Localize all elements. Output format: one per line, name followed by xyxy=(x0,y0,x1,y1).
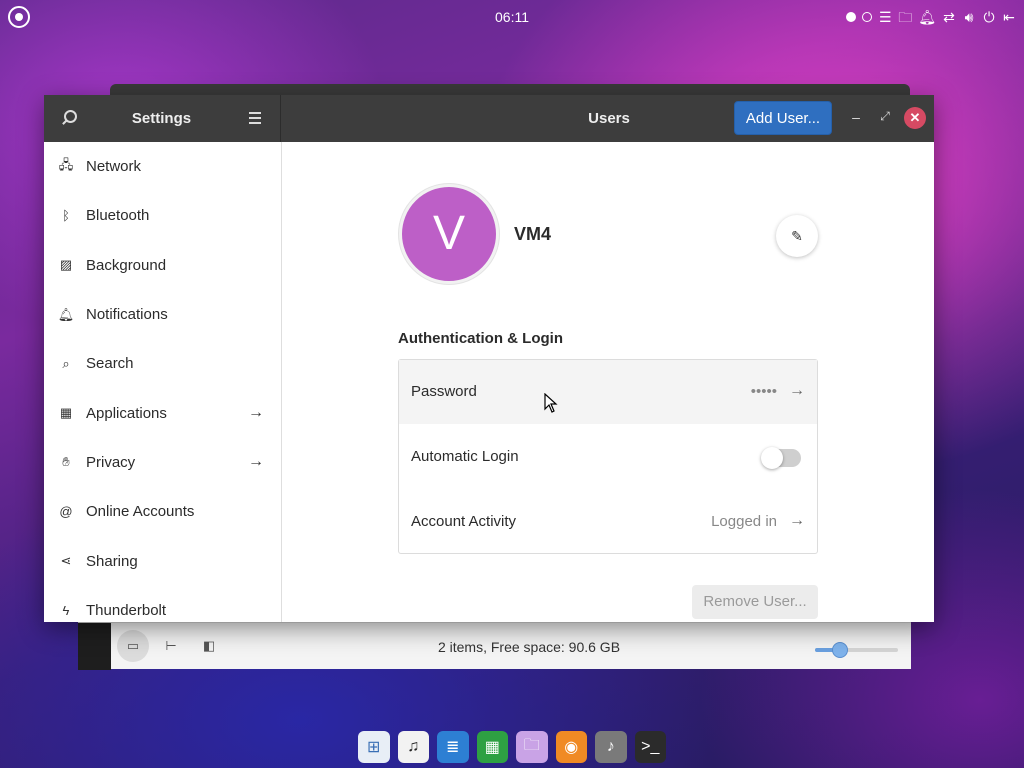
bluetooth-icon: ᛒ xyxy=(62,208,70,224)
zoom-slider-knob[interactable] xyxy=(832,642,848,658)
remove-user-button[interactable]: Remove User... xyxy=(692,585,818,619)
bell-icon[interactable]: 🔔︎ xyxy=(918,7,936,27)
arrow-right-icon: → xyxy=(248,404,264,422)
power-icon[interactable]: ⏻ xyxy=(982,7,996,27)
workspace-indicator-icon[interactable] xyxy=(862,12,873,22)
password-label: Password xyxy=(411,383,477,400)
sidebar-item-label: Network xyxy=(86,158,142,176)
automatic-login-label: Automatic Login xyxy=(411,448,519,465)
file-manager-statusbar: ▭ ⊢ ◧ 2 items, Free space: 90.6 GB xyxy=(78,622,911,670)
zoom-slider[interactable] xyxy=(815,642,898,658)
system-tray: ☰ 🗀 🔔︎ ⇄ 🔊︎ ⏻ ⇤ xyxy=(846,7,1016,27)
share-icon: ⋖ xyxy=(60,553,72,569)
settings-title: Settings xyxy=(131,110,192,127)
settings-sidebar: 🖧 Network ᛒ Bluetooth ▨ Background 🔔︎ No… xyxy=(44,142,282,622)
clock[interactable]: 06:11 xyxy=(482,9,542,25)
media-icon[interactable]: ♪ xyxy=(595,731,627,763)
network-icon[interactable]: ⇄ xyxy=(942,7,956,27)
sidebar-item-online-accounts[interactable]: @ Online Accounts xyxy=(44,487,281,536)
thunderbolt-icon: ϟ xyxy=(62,602,70,618)
mouse-cursor-icon xyxy=(544,393,558,413)
pencil-icon: ✎ xyxy=(791,227,803,244)
sidebar-item-label: Notifications xyxy=(86,306,168,324)
distro-logo-icon[interactable] xyxy=(8,6,30,28)
bell-icon: 🔔︎ xyxy=(57,306,75,322)
sidebar-item-sharing[interactable]: ⋖ Sharing xyxy=(44,536,281,585)
spreadsheet-icon[interactable]: ▦ xyxy=(476,731,508,763)
files-icon[interactable]: 🗀 xyxy=(516,731,548,763)
sidebar-item-applications[interactable]: ▦ Applications → xyxy=(44,388,281,437)
folder-view-icon[interactable]: ▭ xyxy=(117,630,149,662)
hamburger-menu-icon[interactable] xyxy=(249,112,261,124)
sidebar-item-label: Privacy xyxy=(86,453,136,471)
apps-grid-icon[interactable]: ⊞ xyxy=(358,731,390,763)
sidebar-item-privacy[interactable]: ✋︎ Privacy → xyxy=(44,438,281,487)
sidebar-item-search[interactable]: ⌕ Search xyxy=(44,339,281,388)
password-value: ••••• xyxy=(750,383,777,400)
titlebar: Settings Users Add User... – ⤢ ✕ xyxy=(44,95,934,142)
sidebar-toggle-icon[interactable]: ◧ xyxy=(193,630,225,662)
user-name: VM4 xyxy=(514,224,552,244)
terminal-icon[interactable]: >_ xyxy=(634,731,666,763)
avatar[interactable]: V xyxy=(399,184,499,284)
folder-icon[interactable]: 🗀 xyxy=(898,7,912,27)
search-icon: ⌕ xyxy=(62,355,70,371)
maximize-icon[interactable]: ⤢ xyxy=(877,109,893,127)
tree-view-icon[interactable]: ⊢ xyxy=(155,630,187,662)
arrow-right-icon: → xyxy=(789,512,805,529)
network-icon: 🖧 xyxy=(58,156,74,172)
minimize-icon[interactable]: – xyxy=(848,109,864,127)
menu-icon[interactable]: ☰ xyxy=(878,7,892,27)
image-icon: ▨ xyxy=(59,257,73,273)
account-activity-value: Logged in xyxy=(711,513,777,530)
sidebar-item-label: Sharing xyxy=(86,552,138,570)
volume-icon[interactable]: 🔊︎ xyxy=(962,7,976,27)
close-icon[interactable]: ✕ xyxy=(904,107,926,129)
workspace-indicator-active-icon[interactable] xyxy=(846,12,857,22)
file-manager-sidebar-edge xyxy=(78,622,111,670)
top-panel: 06:11 ☰ 🗀 🔔︎ ⇄ 🔊︎ ⏻ ⇤ xyxy=(0,0,1024,34)
free-space-status: 2 items, Free space: 90.6 GB xyxy=(437,639,621,655)
search-icon[interactable] xyxy=(60,109,78,127)
account-activity-label: Account Activity xyxy=(411,513,517,530)
music-icon[interactable]: ♫ xyxy=(397,731,429,763)
logout-icon[interactable]: ⇤ xyxy=(1002,7,1016,27)
settings-window: Settings Users Add User... – ⤢ ✕ 🖧 Netwo… xyxy=(44,95,934,622)
sidebar-item-bluetooth[interactable]: ᛒ Bluetooth xyxy=(44,191,281,240)
hand-icon: ✋︎ xyxy=(62,454,70,470)
account-activity-row[interactable]: Account Activity Logged in → xyxy=(399,490,817,554)
sidebar-item-label: Search xyxy=(86,355,134,373)
toggle-knob xyxy=(761,447,783,469)
page-title: Users xyxy=(588,110,630,127)
password-row[interactable]: Password ••••• → xyxy=(399,360,817,424)
sidebar-item-network[interactable]: 🖧 Network xyxy=(44,142,281,191)
sidebar-item-background[interactable]: ▨ Background xyxy=(44,241,281,290)
automatic-login-toggle[interactable] xyxy=(761,447,801,469)
auth-list: Password ••••• → Automatic Login Account… xyxy=(398,359,818,554)
text-editor-icon[interactable]: ≣ xyxy=(437,731,469,763)
sidebar-item-notifications[interactable]: 🔔︎ Notifications xyxy=(44,290,281,339)
firefox-icon[interactable]: ◉ xyxy=(555,731,587,763)
automatic-login-row: Automatic Login xyxy=(399,425,817,489)
section-title: Authentication & Login xyxy=(398,330,563,347)
grid-icon: ▦ xyxy=(59,405,73,421)
add-user-button[interactable]: Add User... xyxy=(734,101,832,135)
sidebar-header: Settings xyxy=(44,95,281,142)
users-panel: V VM4 ✎ Authentication & Login Password … xyxy=(282,142,934,622)
sidebar-item-label: Bluetooth xyxy=(86,207,150,225)
sidebar-item-thunderbolt[interactable]: ϟ Thunderbolt xyxy=(44,586,281,622)
at-icon: @ xyxy=(59,504,73,520)
sidebar-item-label: Online Accounts xyxy=(86,503,195,521)
sidebar-item-label: Applications xyxy=(86,404,167,422)
sidebar-item-label: Background xyxy=(86,256,167,274)
arrow-right-icon: → xyxy=(248,453,264,471)
dock: ⊞ ♫ ≣ ▦ 🗀 ◉ ♪ >_ xyxy=(352,726,672,768)
edit-name-button[interactable]: ✎ xyxy=(776,215,818,257)
sidebar-item-label: Thunderbolt xyxy=(86,601,167,619)
arrow-right-icon: → xyxy=(789,382,805,399)
